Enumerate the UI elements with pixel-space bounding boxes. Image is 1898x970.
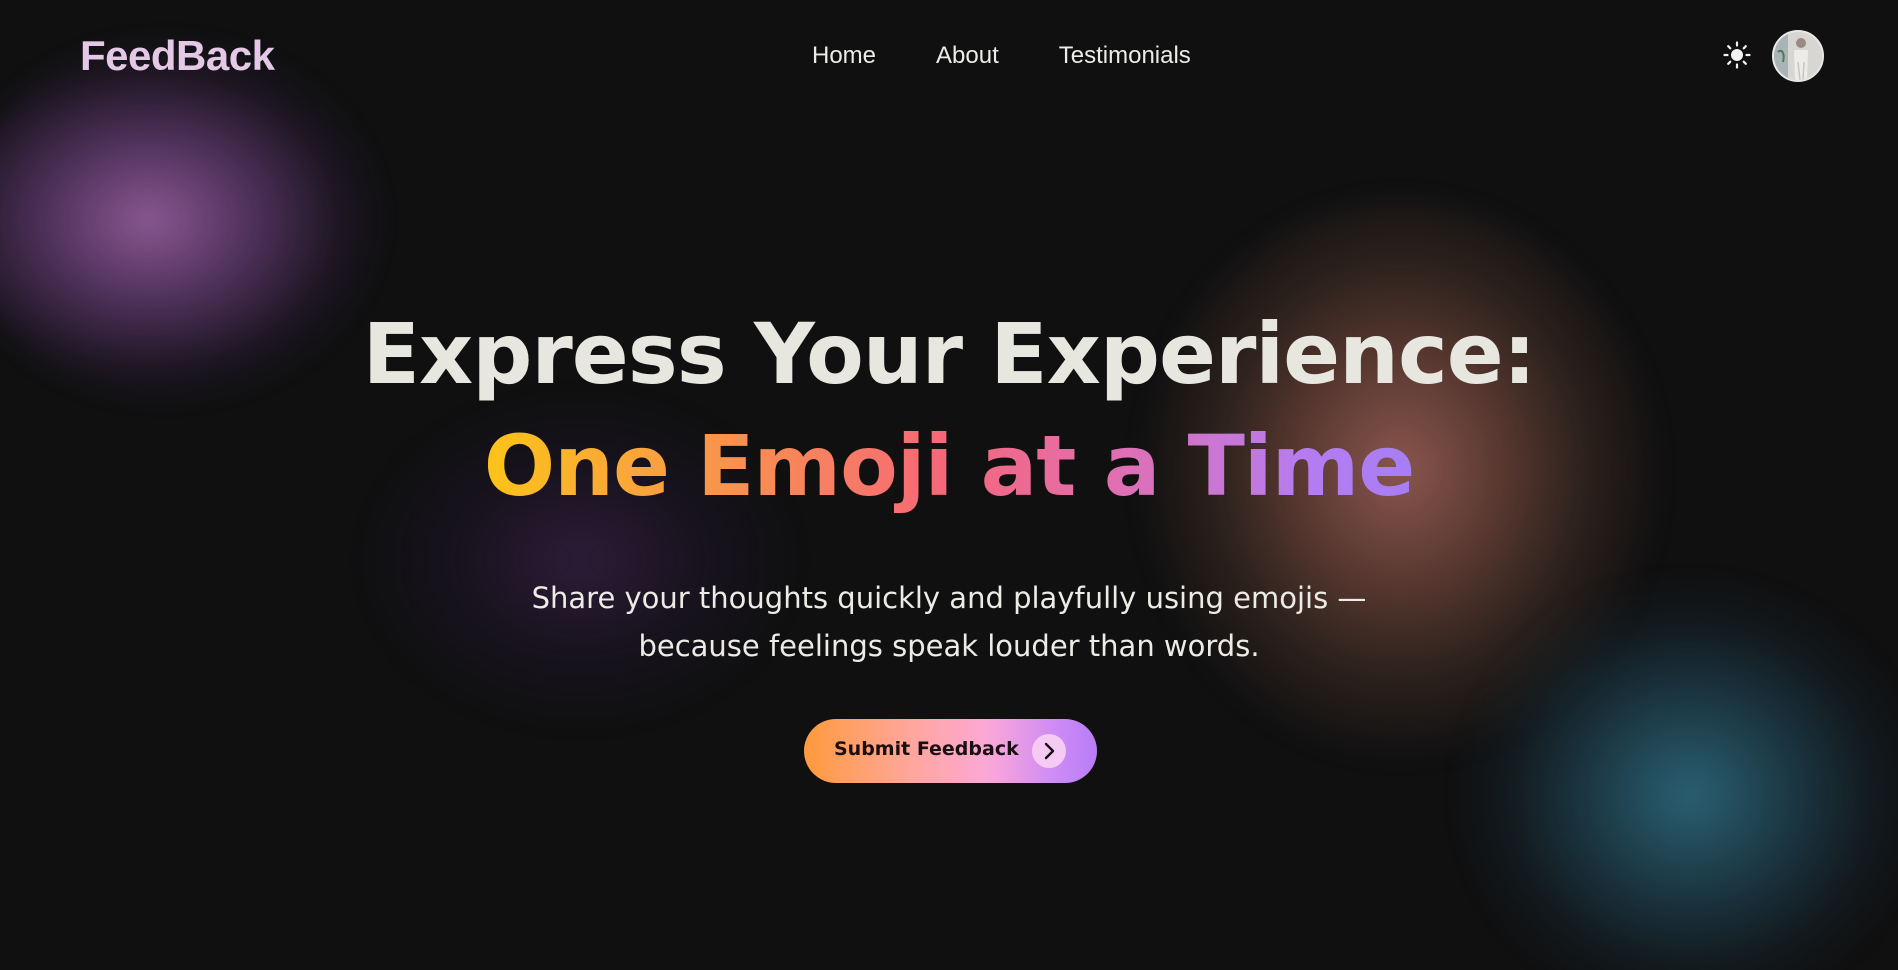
hero-title-line1: Express Your Experience:	[362, 305, 1537, 403]
landing-page: FeedBack Home About Testimonials Express…	[0, 0, 1898, 970]
nav-link-about[interactable]: About	[936, 42, 999, 70]
brand-logo[interactable]: FeedBack	[80, 32, 275, 80]
nav-link-home[interactable]: Home	[812, 42, 876, 70]
primary-nav: Home About Testimonials	[812, 42, 1251, 70]
hero-subtitle-line2: because feelings speak louder than words…	[638, 629, 1260, 663]
hero-subtitle: Share your thoughts quickly and playfull…	[0, 574, 1898, 670]
submit-feedback-button[interactable]: Submit Feedback	[804, 719, 1097, 783]
submit-feedback-label: Submit Feedback	[834, 738, 1019, 760]
top-navbar: FeedBack Home About Testimonials	[0, 0, 1898, 115]
hero-title: Express Your Experience: One Emoji at a …	[0, 298, 1898, 522]
chevron-right-icon	[1032, 734, 1066, 768]
avatar-photo	[1774, 32, 1822, 80]
user-avatar[interactable]	[1772, 30, 1824, 82]
theme-toggle-button[interactable]	[1722, 40, 1752, 70]
hero-subtitle-line1: Share your thoughts quickly and playfull…	[531, 581, 1367, 615]
hero-title-gradient-line: One Emoji at a Time	[484, 410, 1415, 522]
sun-icon	[1723, 41, 1751, 69]
nav-link-testimonials[interactable]: Testimonials	[1059, 42, 1191, 70]
